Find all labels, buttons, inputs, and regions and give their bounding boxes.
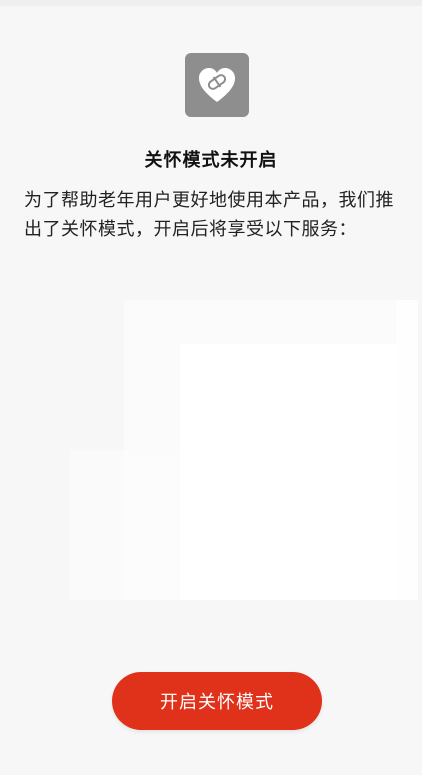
services-placeholder [70,450,200,600]
services-placeholder [124,300,396,600]
heart-pill-icon [199,68,235,102]
status-bar [0,0,422,6]
care-mode-page: 关怀模式未开启 为了帮助老年用户更好地使用本产品，我们推出了关怀模式，开启后将享… [0,0,422,775]
enable-care-mode-button[interactable]: 开启关怀模式 [112,672,322,730]
care-mode-title: 关怀模式未开启 [144,150,278,171]
care-mode-icon-tile [185,53,249,117]
services-area [0,300,422,620]
services-placeholder [396,300,418,600]
care-mode-description: 为了帮助老年用户更好地使用本产品，我们推出了关怀模式，开启后将享受以下服务： [24,190,394,240]
services-placeholder [180,344,398,600]
